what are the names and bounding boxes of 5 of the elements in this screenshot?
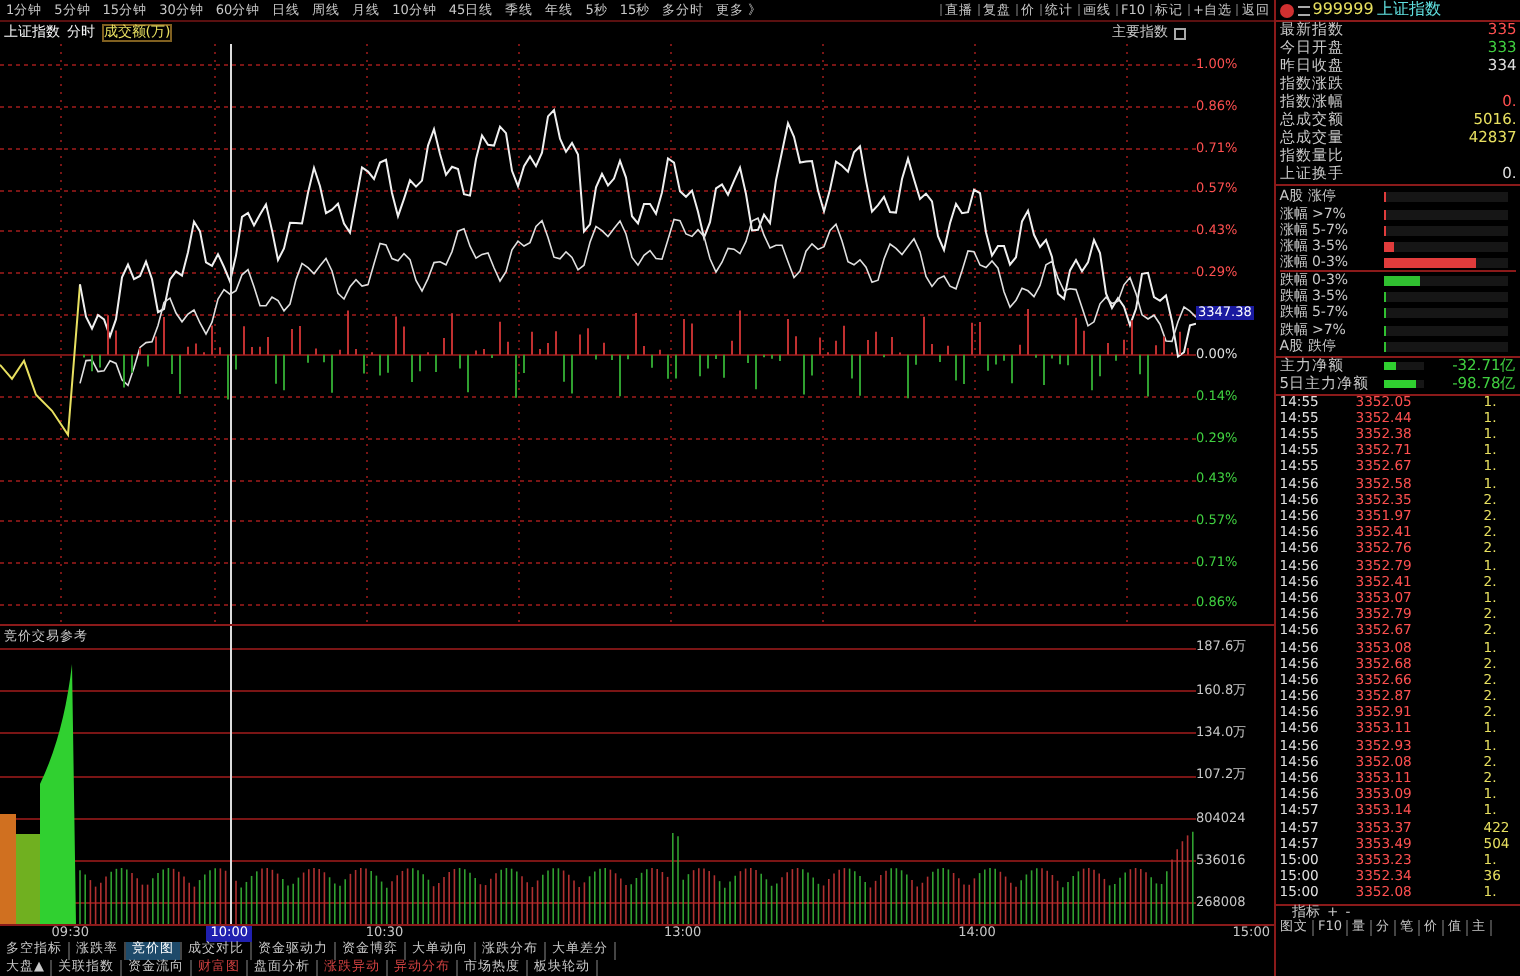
stock-code: 999999: [1312, 2, 1374, 18]
stock-name: 上证指数: [1377, 2, 1442, 18]
menu-icon[interactable]: [1297, 5, 1309, 15]
badge-icon: [1279, 3, 1294, 17]
toggle-icon[interactable]: [1174, 27, 1187, 39]
